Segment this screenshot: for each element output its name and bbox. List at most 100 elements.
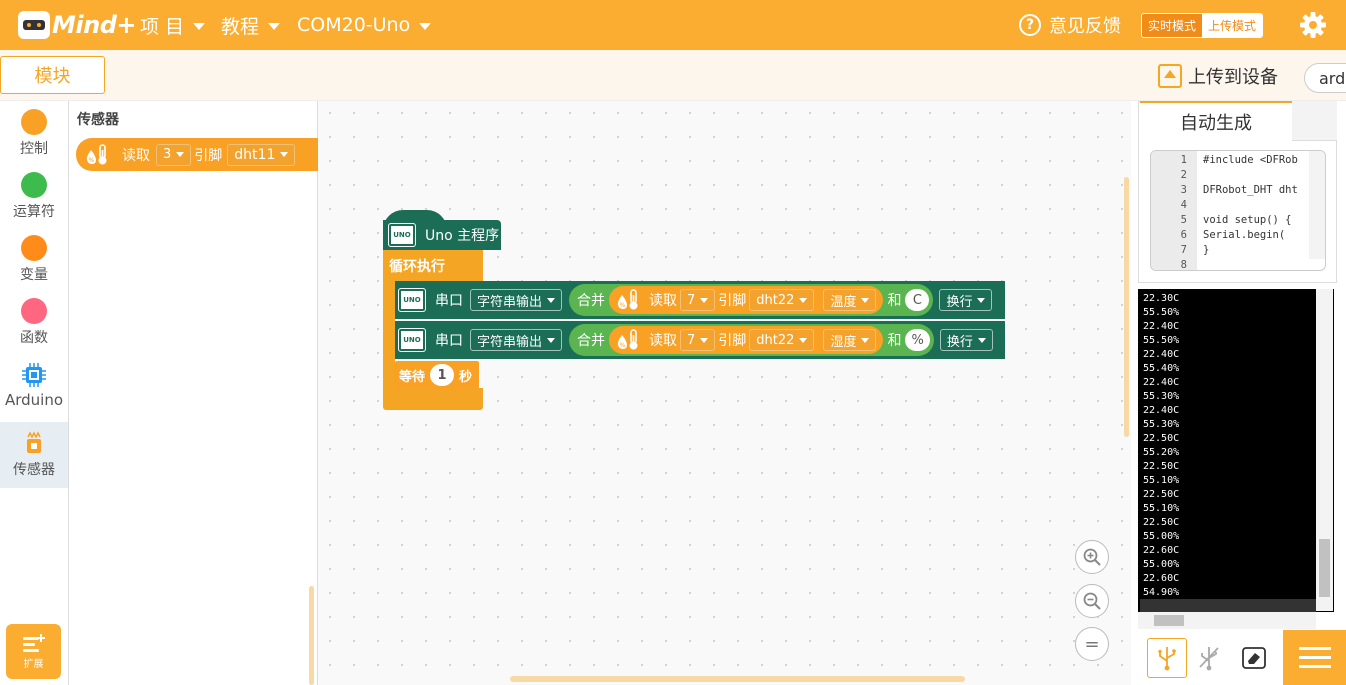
modules-tab[interactable]: 模块 [0,56,105,94]
feedback-button[interactable]: ? 意见反馈 [1019,0,1121,50]
loop-footer [383,388,483,410]
pin-value: 3 [163,147,172,162]
svg-text:%: % [89,157,95,164]
sensor-type-dropdown[interactable]: dht22 [749,329,815,351]
scroll-thumb[interactable] [1154,615,1184,626]
chevron-down-icon [700,337,709,343]
zoom-in-button[interactable] [1075,540,1109,574]
extensions-button[interactable]: 扩展 [6,624,61,679]
join-block[interactable]: 合并 % 读取 7 引脚 dht22 温度 和 C [569,284,934,316]
mode-toggle: 实时模式 上传模式 [1141,13,1264,38]
read-label: 读取 [649,293,678,309]
code-line: 7} [1180,243,1210,256]
serial-line: 22.40C [1143,321,1180,332]
code-vertical-scrollbar[interactable] [1309,151,1325,259]
uno-board-icon: UNO [398,288,426,312]
serial-line: 55.50% [1143,335,1180,346]
workspace-horizontal-scrollbar[interactable] [510,676,965,682]
serial-print-block-temperature[interactable]: UNO 串口 字符串输出 合并 % 读取 7 引脚 dht22 温度 和 C 换… [395,281,1005,319]
newline-dropdown[interactable]: 换行 [939,289,993,311]
measure-dropdown[interactable]: 湿度 [823,329,877,351]
category-variables[interactable]: 变量 [0,235,68,284]
and-label: 和 [887,293,902,309]
upload-mode-button[interactable]: 上传模式 [1202,14,1263,37]
read-label: 读取 [122,147,150,164]
chevron-down-icon [861,337,870,343]
chevron-down-icon [419,23,432,30]
category-operators[interactable]: 运算符 [0,172,68,221]
thermometer-icon: % [617,329,638,350]
serial-vertical-scrollbar[interactable] [1316,289,1333,611]
zoom-out-button[interactable] [1075,584,1109,618]
code-line: 2 [1180,168,1187,181]
hamburger-menu-button[interactable] [1283,630,1346,685]
newline-value: 换行 [946,334,973,350]
pin-dropdown[interactable]: 7 [680,289,716,311]
chevron-down-icon [799,297,808,303]
menu-tutorial-label: 教程 [221,15,260,38]
category-functions[interactable]: 函数 [0,298,68,347]
category-label: 变量 [20,267,48,283]
category-arduino[interactable]: Arduino [0,362,68,409]
serial-mode-dropdown[interactable]: 字符串输出 [470,329,563,351]
serial-line: 22.50C [1143,489,1180,500]
zoom-out-icon [1083,592,1101,610]
and-label: 和 [887,333,902,349]
clear-output-button[interactable] [1234,638,1274,678]
serial-print-block-humidity[interactable]: UNO 串口 字符串输出 合并 % 读取 7 引脚 dht22 湿度 和 % 换… [395,321,1005,359]
pin-dropdown[interactable]: 7 [680,329,716,351]
category-sensors[interactable]: 传感器 [0,422,68,488]
dht-read-block[interactable]: % 读取 7 引脚 dht22 湿度 [609,326,884,354]
gear-icon[interactable] [1299,11,1327,39]
wait-seconds-input[interactable]: 1 [430,364,455,386]
uno-main-program-block[interactable]: UNO Uno 主程序 [383,220,501,250]
serial-monitor-output[interactable]: 22.30C 55.50% 22.40C 55.50% 22.40C 55.40% 22.4… [1138,289,1334,612]
measure-dropdown[interactable]: 温度 [823,289,877,311]
serial-mode-value: 字符串输出 [477,294,543,310]
forever-loop-block[interactable]: 循环执行 [383,250,483,281]
serial-mode-dropdown[interactable]: 字符串输出 [470,289,563,311]
serial-send-input[interactable] [1140,599,1316,612]
workspace-vertical-scrollbar[interactable] [1124,177,1129,437]
category-label: 传感器 [13,462,55,478]
scroll-thumb[interactable] [1319,539,1330,597]
extension-icon [22,634,45,652]
flyout-scrollbar[interactable] [309,586,314,685]
chevron-down-icon [547,297,556,303]
serial-connect-button[interactable] [1147,638,1187,678]
sensor-type-dropdown[interactable]: dht22 [749,289,815,311]
menu-project[interactable]: 项 目 [140,0,206,50]
serial-line: 55.00% [1143,559,1180,570]
category-control[interactable]: 控制 [0,109,68,158]
join-block[interactable]: 合并 % 读取 7 引脚 dht22 湿度 和 % [569,324,934,356]
chevron-down-icon [861,297,870,303]
serial-disconnect-button[interactable] [1189,638,1229,678]
uno-board-icon: UNO [398,328,426,352]
menu-tutorial[interactable]: 教程 [221,0,281,50]
newline-dropdown[interactable]: 换行 [939,329,993,351]
dht-read-block[interactable]: % 读取 3 引脚 dht11 [76,138,318,171]
auto-generate-tab[interactable]: 自动生成 [1140,101,1292,141]
serial-line: 22.40C [1143,349,1180,360]
serial-line: 55.30% [1143,391,1180,402]
serial-horizontal-scrollbar[interactable] [1138,612,1316,629]
language-select[interactable]: ardu [1304,63,1346,93]
upload-to-device-button[interactable]: 上传到设备 [1158,63,1278,89]
sensor-type-dropdown[interactable]: dht11 [227,143,296,166]
realtime-mode-button[interactable]: 实时模式 [1142,14,1203,37]
suffix-input[interactable]: % [905,329,930,351]
menu-device-port[interactable]: COM20-Uno [297,0,432,50]
serial-label: 串口 [435,333,463,349]
sensor-type-value: dht22 [756,292,795,308]
loop-body-rail [383,280,395,390]
suffix-input[interactable]: C [905,289,930,311]
thermometer-icon: % [617,289,638,310]
robot-logo-icon [18,11,50,39]
pin-value: 7 [687,292,696,308]
wait-block[interactable]: 等待 1 秒 [395,361,479,389]
zoom-reset-button[interactable]: = [1075,627,1109,661]
pin-dropdown[interactable]: 3 [156,143,192,166]
code-editor[interactable]: 1 #include <DFRob 2 3 DFRobot_DHT dht 4 5v… [1150,150,1326,271]
code-line: 1 #include <DFRob [1180,153,1298,166]
dht-read-block[interactable]: % 读取 7 引脚 dht22 温度 [609,286,884,314]
